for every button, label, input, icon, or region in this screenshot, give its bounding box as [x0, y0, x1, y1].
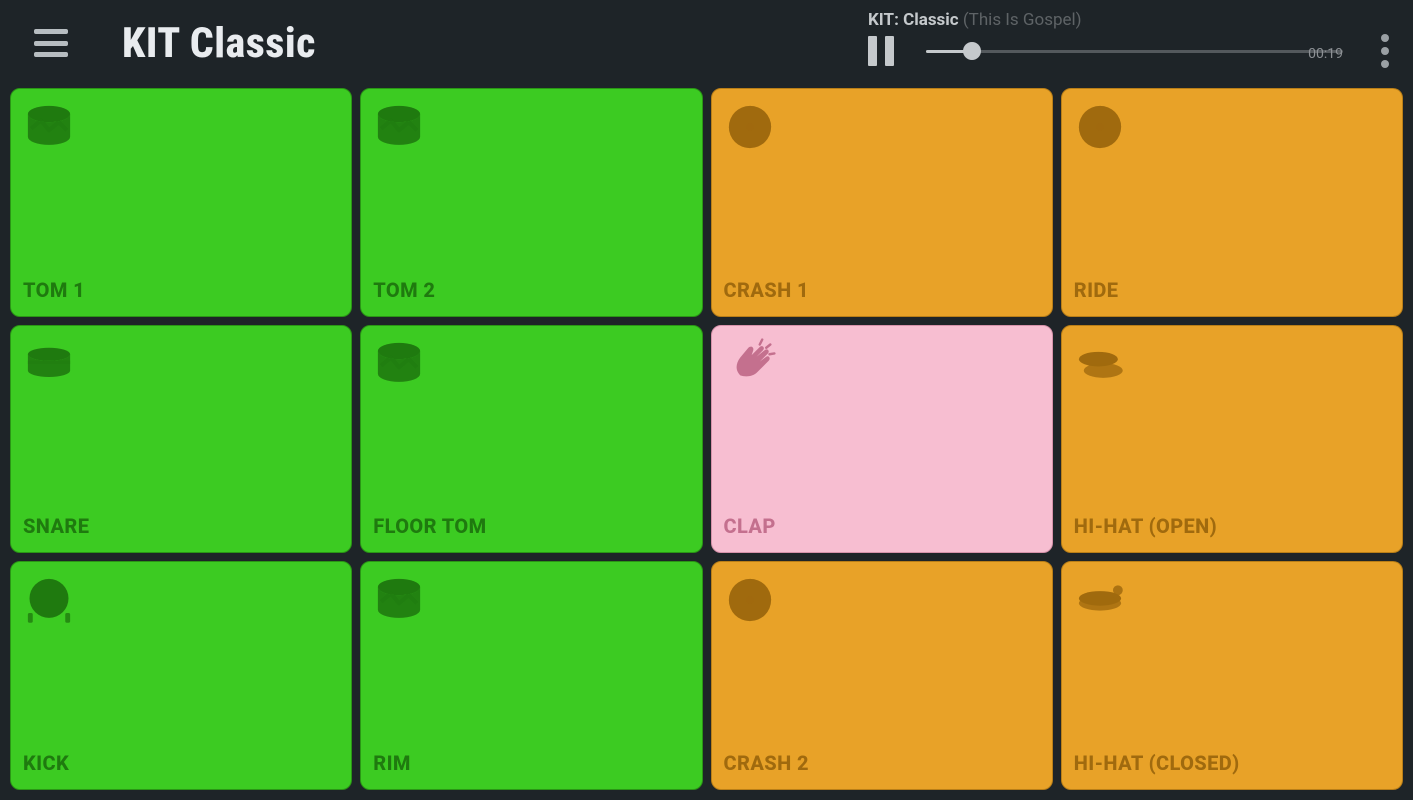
- time-elapsed: 00:19: [1308, 46, 1343, 62]
- pad-hi-hat-open[interactable]: HI-HAT (OPEN): [1061, 325, 1403, 554]
- pad-rim[interactable]: RIM: [360, 561, 702, 790]
- tom-icon: [373, 101, 425, 153]
- tom-icon: [373, 338, 425, 390]
- pad-tom-2[interactable]: TOM 2: [360, 88, 702, 317]
- kit-title: KIT Classic: [122, 19, 316, 68]
- pad-label: HI-HAT (OPEN): [1074, 514, 1217, 538]
- song-name: (This Is Gospel): [963, 10, 1082, 30]
- hihat-open-icon: [1074, 338, 1126, 390]
- kick-icon: [23, 574, 75, 626]
- pad-label: FLOOR TOM: [373, 514, 486, 538]
- tom-icon: [23, 101, 75, 153]
- header-bar: KIT Classic KIT: Classic (This Is Gospel…: [0, 0, 1413, 86]
- cymbal-icon: [724, 101, 776, 153]
- pad-label: RIM: [373, 751, 411, 775]
- pad-grid: TOM 1 TOM 2 CRASH 1 RIDE SNARE FLOOR TOM CLAP H…: [0, 86, 1413, 800]
- tom-icon: [373, 574, 425, 626]
- kit-name: Classic: [903, 10, 959, 30]
- pad-label: CLAP: [724, 514, 776, 538]
- more-icon[interactable]: [1381, 34, 1389, 68]
- snare-icon: [23, 338, 75, 390]
- track-info: KIT: Classic (This Is Gospel): [868, 10, 1343, 30]
- pad-hi-hat-closed[interactable]: HI-HAT (CLOSED): [1061, 561, 1403, 790]
- pad-label: SNARE: [23, 514, 89, 538]
- pad-label: TOM 2: [373, 278, 435, 302]
- player-controls: [868, 36, 1343, 66]
- kit-prefix: KIT:: [868, 10, 899, 30]
- progress-thumb[interactable]: [963, 42, 981, 60]
- pad-label: KICK: [23, 751, 69, 775]
- pad-label: CRASH 2: [724, 751, 809, 775]
- cymbal-icon: [1074, 101, 1126, 153]
- hihat-closed-icon: [1074, 574, 1126, 626]
- pad-kick[interactable]: KICK: [10, 561, 352, 790]
- pad-snare[interactable]: SNARE: [10, 325, 352, 554]
- clap-icon: [724, 338, 776, 390]
- progress-slider[interactable]: [926, 36, 1343, 66]
- player-area: KIT: Classic (This Is Gospel) 00:19: [868, 10, 1343, 66]
- pause-button[interactable]: [868, 36, 894, 66]
- pad-label: CRASH 1: [724, 278, 809, 302]
- pad-clap[interactable]: CLAP: [711, 325, 1053, 554]
- pad-floor-tom[interactable]: FLOOR TOM: [360, 325, 702, 554]
- pad-label: RIDE: [1074, 278, 1119, 302]
- pad-label: HI-HAT (CLOSED): [1074, 751, 1240, 775]
- pad-tom-1[interactable]: TOM 1: [10, 88, 352, 317]
- pad-crash-2[interactable]: CRASH 2: [711, 561, 1053, 790]
- menu-icon[interactable]: [34, 29, 68, 57]
- pad-ride[interactable]: RIDE: [1061, 88, 1403, 317]
- pad-crash-1[interactable]: CRASH 1: [711, 88, 1053, 317]
- pad-label: TOM 1: [23, 278, 85, 302]
- app-root: KIT Classic KIT: Classic (This Is Gospel…: [0, 0, 1413, 800]
- cymbal-icon: [724, 574, 776, 626]
